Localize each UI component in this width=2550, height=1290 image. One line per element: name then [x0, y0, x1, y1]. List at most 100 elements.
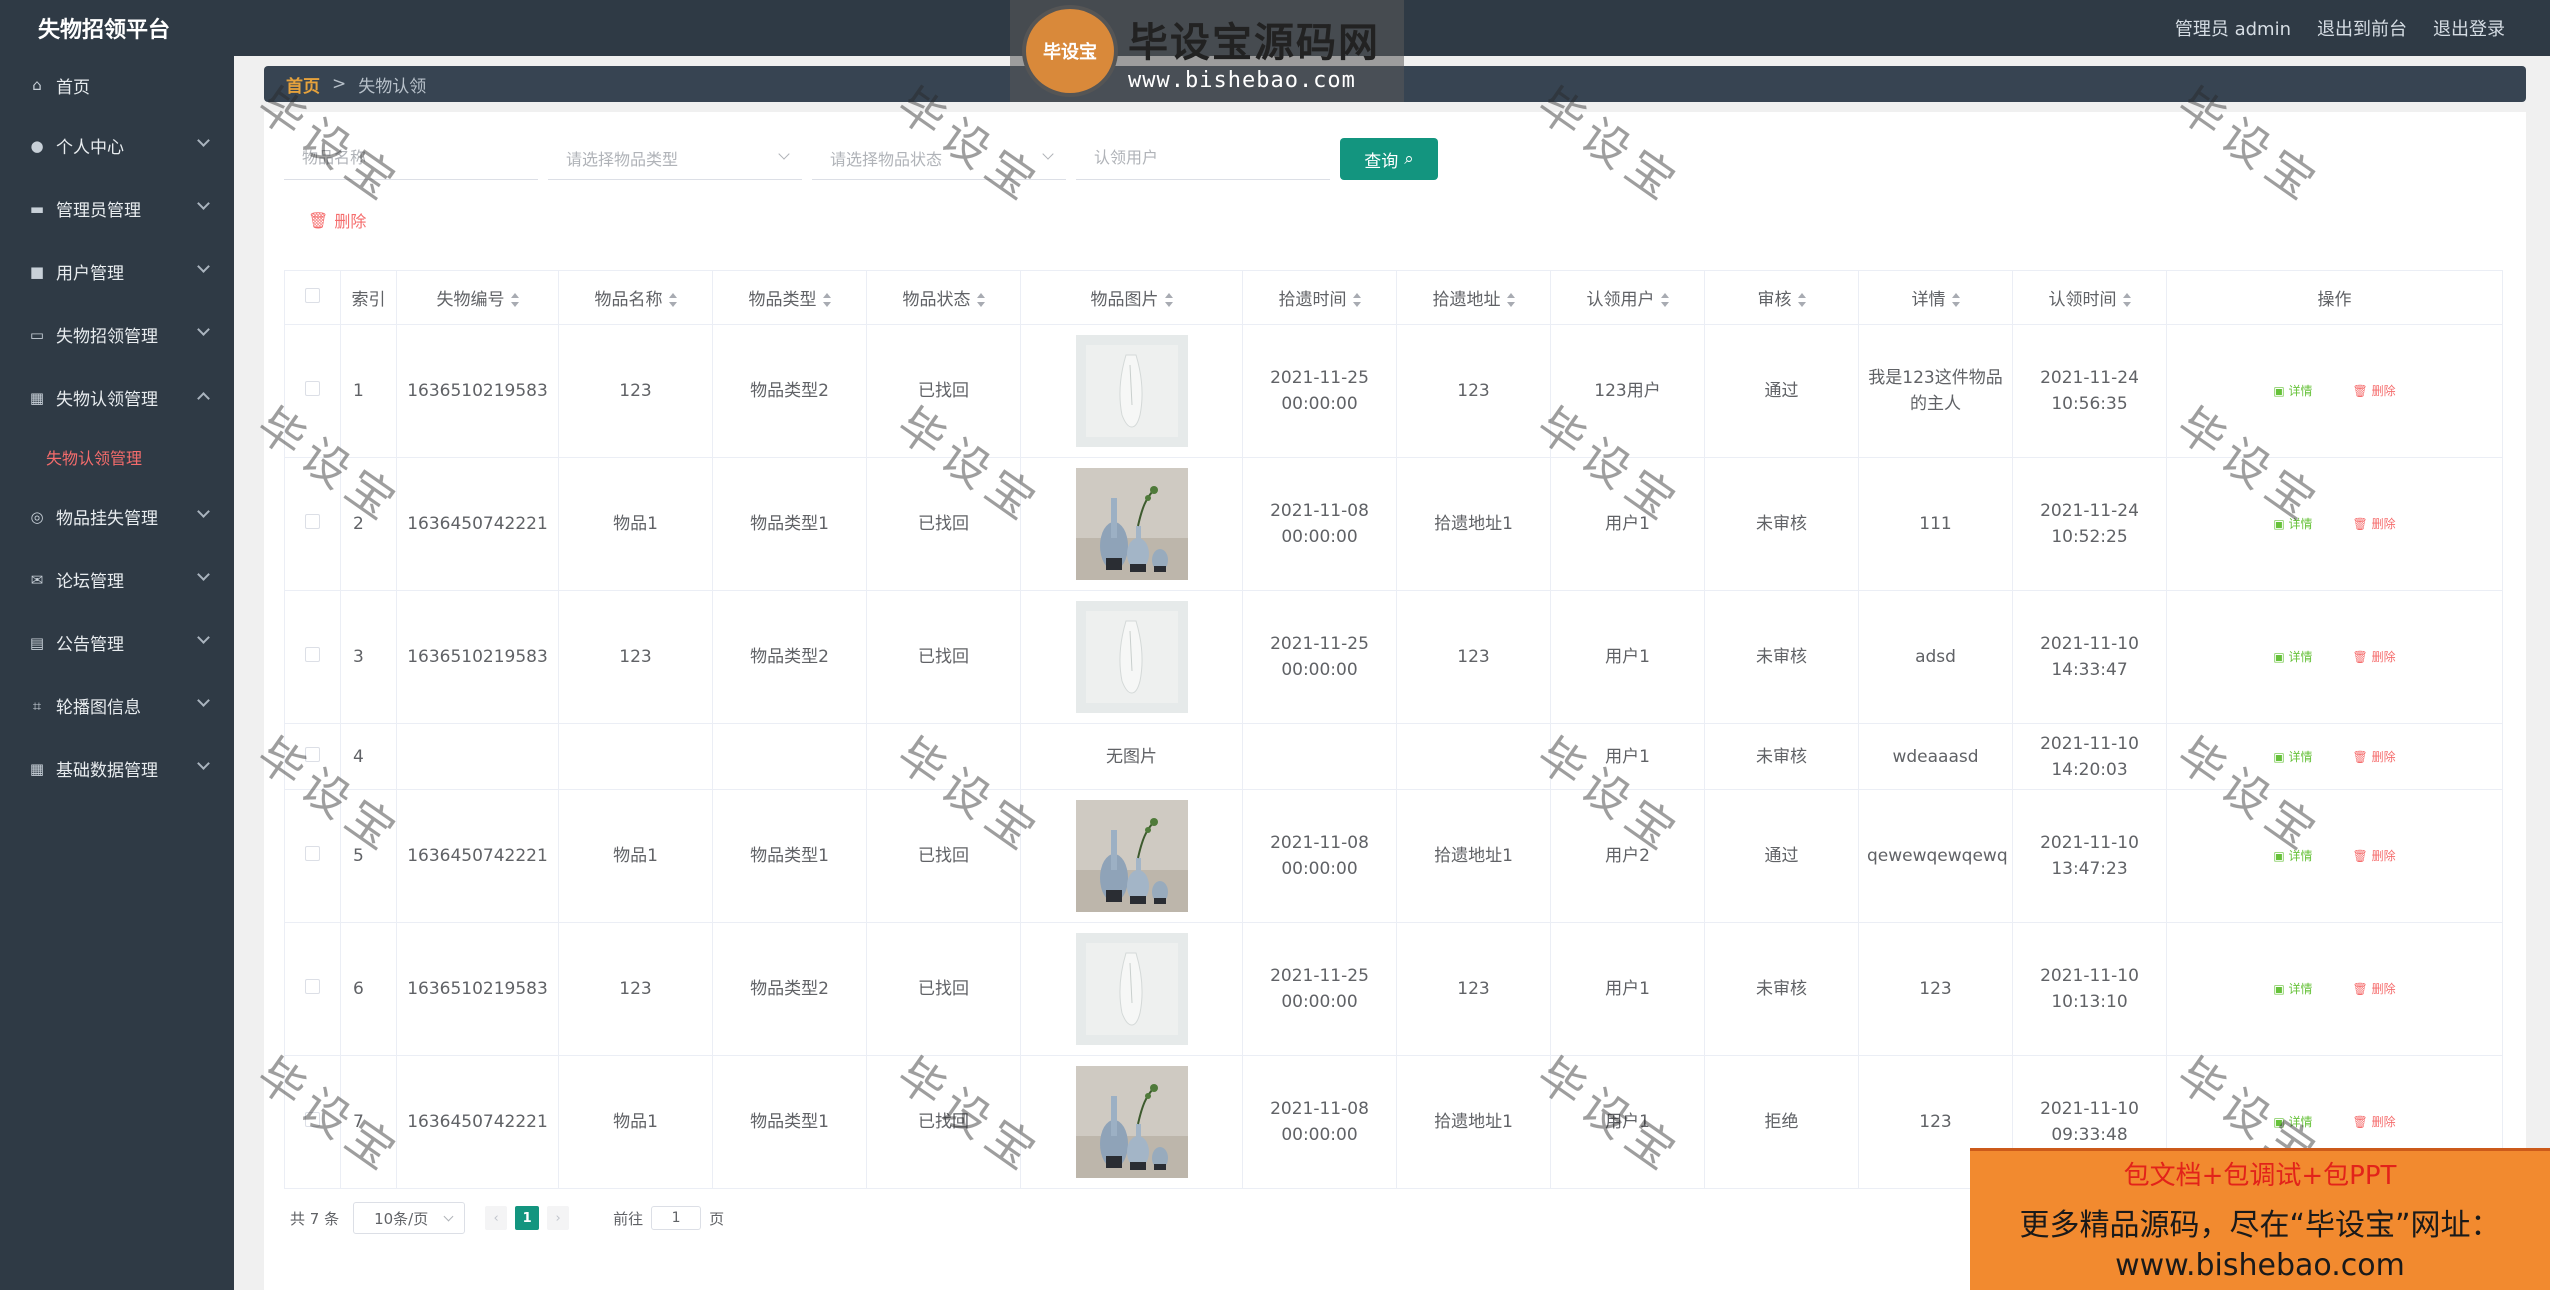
- query-button[interactable]: 查询 ⌕: [1340, 138, 1438, 180]
- item-type-placeholder: 请选择物品类型: [566, 149, 679, 169]
- row-index: 5: [340, 789, 397, 923]
- breadcrumb-home[interactable]: 首页: [286, 72, 320, 97]
- cell-status: 已找回: [866, 922, 1021, 1056]
- cell-status: 已找回: [866, 1055, 1021, 1189]
- prev-page-button[interactable]: ‹: [485, 1206, 508, 1230]
- row-checkbox[interactable]: [305, 1112, 320, 1127]
- row-checkbox[interactable]: [305, 381, 320, 396]
- cell-address: 拾遗地址1: [1396, 1055, 1551, 1189]
- sidebar-item-admins[interactable]: ▬ 管理员管理: [0, 177, 234, 240]
- row-checkbox[interactable]: [305, 647, 320, 662]
- detail-button[interactable]: ▣ 详情: [2273, 644, 2312, 670]
- page-size-select[interactable]: 10条/页: [353, 1202, 466, 1234]
- cell-actions: ▣ 详情 🗑 删除: [2166, 723, 2503, 790]
- row-index: 6: [340, 922, 397, 1056]
- page-number-button[interactable]: 1: [515, 1206, 540, 1230]
- row-checkbox[interactable]: [305, 514, 320, 529]
- top-right-actions: 管理员 admin 退出到前台 退出登录: [2175, 0, 2505, 56]
- column-header[interactable]: 审核: [1704, 270, 1859, 325]
- detail-button[interactable]: ▣ 详情: [2273, 511, 2312, 537]
- detail-button[interactable]: ▣ 详情: [2273, 744, 2312, 770]
- next-page-button[interactable]: ›: [547, 1206, 570, 1230]
- column-header[interactable]: 认领用户: [1550, 270, 1705, 325]
- sidebar-item-notice[interactable]: ▤ 公告管理: [0, 611, 234, 674]
- sidebar-item-carousel[interactable]: ⌗ 轮播图信息: [0, 674, 234, 737]
- sidebar-item-lost-found[interactable]: ▭ 失物招领管理: [0, 303, 234, 366]
- promo-line-2: 更多精品源码，尽在“毕设宝”网址：: [2019, 1208, 2501, 1243]
- logo-badge: 毕设宝: [1022, 5, 1118, 97]
- chat-icon: ▬: [29, 199, 45, 218]
- cell-audit: 未审核: [1704, 457, 1859, 591]
- cell-name: 123: [558, 324, 713, 458]
- row-index: 4: [340, 723, 397, 790]
- chevron-down-icon: [197, 505, 210, 518]
- chevron-down-icon: [197, 134, 210, 147]
- column-header[interactable]: 物品名称: [558, 270, 713, 325]
- batch-delete-button[interactable]: 🗑 删除: [308, 208, 366, 232]
- watermark-logo: 毕设宝 毕设宝源码网 www.bishebao.com: [1010, 0, 1404, 102]
- column-header[interactable]: 详情: [1858, 270, 2013, 325]
- detail-button[interactable]: ▣ 详情: [2273, 976, 2312, 1002]
- delete-button[interactable]: 🗑 删除: [2353, 644, 2396, 670]
- delete-button[interactable]: 🗑 删除: [2353, 843, 2396, 869]
- delete-button[interactable]: 🗑 删除: [2353, 1109, 2396, 1135]
- row-checkbox[interactable]: [305, 846, 320, 861]
- detail-button[interactable]: ▣ 详情: [2273, 1109, 2312, 1135]
- cell-audit: 拒绝: [1704, 1055, 1859, 1189]
- sidebar-item-claims[interactable]: ▦ 失物认领管理: [0, 366, 234, 429]
- column-header[interactable]: 认领时间: [2012, 270, 2167, 325]
- row-index: 3: [340, 590, 397, 724]
- detail-button[interactable]: ▣ 详情: [2273, 378, 2312, 404]
- sidebar-item-users[interactable]: ■ 用户管理: [0, 240, 234, 303]
- row-checkbox[interactable]: [305, 746, 320, 762]
- delete-button[interactable]: 🗑 删除: [2353, 976, 2396, 1002]
- search-icon: ⌕: [1404, 149, 1414, 169]
- sidebar-item-label: 基础数据管理: [56, 761, 158, 781]
- claim-user-input[interactable]: [1076, 136, 1330, 180]
- trash-icon: 🗑: [308, 210, 329, 230]
- row-index: 7: [340, 1055, 397, 1189]
- cell-detail: wdeaaasd: [1858, 723, 2013, 790]
- cell-claim-time: 2021-11-10 14:20:03: [2012, 723, 2167, 790]
- goto-page-input[interactable]: [651, 1206, 702, 1230]
- sidebar-item-home[interactable]: ⌂ 首页: [0, 56, 234, 114]
- sidebar-item-forum[interactable]: ✉ 论坛管理: [0, 548, 234, 611]
- cell-audit: 未审核: [1704, 723, 1859, 790]
- chevron-down-icon: [197, 260, 210, 273]
- total-count: 共 7 条: [290, 1209, 340, 1228]
- sidebar-item-loss-report[interactable]: ◎ 物品挂失管理: [0, 485, 234, 548]
- cell-type: 物品类型1: [712, 1055, 867, 1189]
- column-header[interactable]: 拾遗时间: [1242, 270, 1397, 325]
- detail-button[interactable]: ▣ 详情: [2273, 843, 2312, 869]
- sort-icon: [1164, 293, 1173, 307]
- row-checkbox[interactable]: [305, 979, 320, 994]
- column-header[interactable]: 失物编号: [396, 270, 559, 325]
- delete-button[interactable]: 🗑 删除: [2353, 744, 2396, 770]
- sidebar-item-label: 失物招领管理: [56, 327, 158, 347]
- delete-button[interactable]: 🗑 删除: [2353, 378, 2396, 404]
- column-header[interactable]: 物品图片: [1020, 270, 1243, 325]
- exit-to-front-link[interactable]: 退出到前台: [2317, 15, 2407, 41]
- item-type-select[interactable]: 请选择物品类型: [548, 136, 802, 180]
- column-header[interactable]: 物品类型: [712, 270, 867, 325]
- cell-code: 1636450742221: [396, 457, 559, 591]
- column-header[interactable]: 物品状态: [866, 270, 1021, 325]
- cell-image: [1020, 590, 1243, 724]
- cell-actions: ▣ 详情 🗑 删除: [2166, 457, 2503, 591]
- item-name-input[interactable]: [284, 136, 538, 180]
- cell-status: 已找回: [866, 789, 1021, 923]
- chevron-down-icon: [197, 197, 210, 210]
- sort-icon: [2122, 293, 2131, 307]
- item-status-select[interactable]: 请选择物品状态: [812, 136, 1066, 180]
- sidebar-item-profile[interactable]: ● 个人中心: [0, 114, 234, 177]
- delete-button[interactable]: 🗑 删除: [2353, 511, 2396, 537]
- white-item-image: [1075, 601, 1188, 713]
- select-all-checkbox[interactable]: [305, 287, 320, 303]
- query-button-label: 查询: [1364, 151, 1399, 172]
- logout-link[interactable]: 退出登录: [2433, 15, 2505, 41]
- sidebar-subitem-claims[interactable]: 失物认领管理: [0, 429, 234, 485]
- sidebar: ⌂ 首页 ● 个人中心 ▬ 管理员管理 ■ 用户管理 ▭ 失物招领管理 ▦ 失物…: [0, 56, 234, 1290]
- sort-icon: [1352, 293, 1361, 307]
- column-header[interactable]: 拾遗地址: [1396, 270, 1551, 325]
- sidebar-item-base-data[interactable]: ▦ 基础数据管理: [0, 737, 234, 800]
